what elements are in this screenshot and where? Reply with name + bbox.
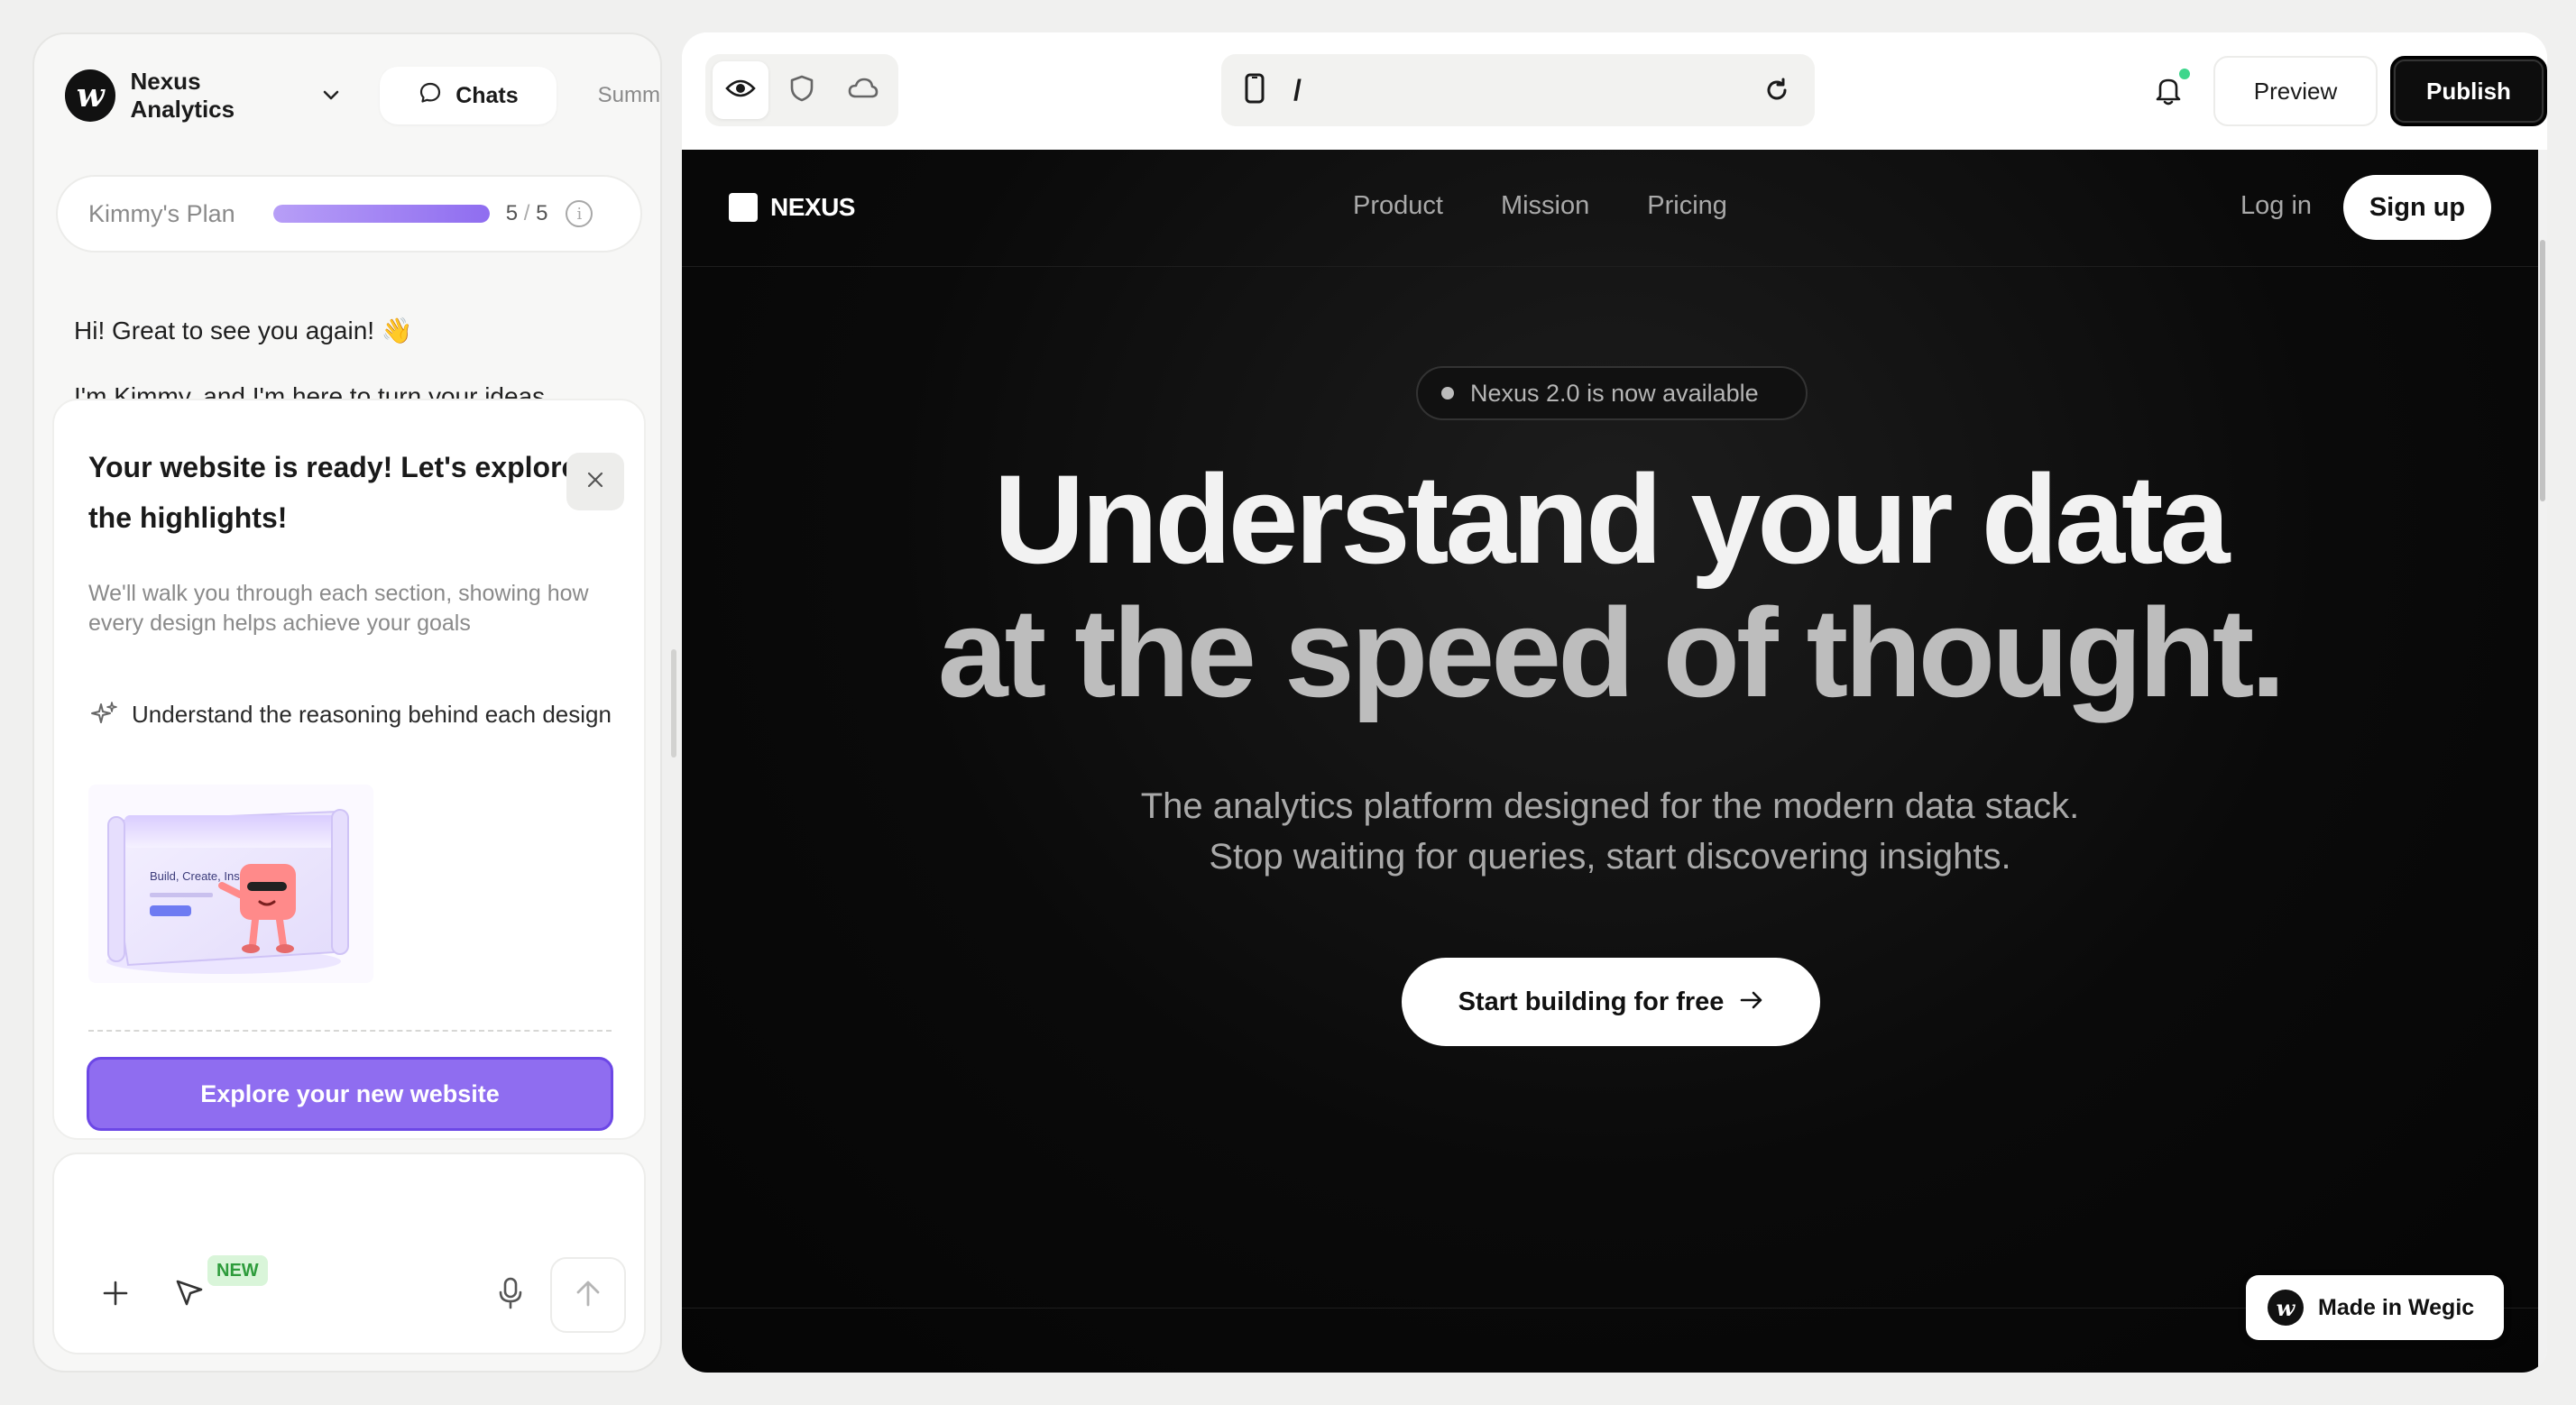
preview-toolbar: / Preview Publish [682, 32, 2547, 150]
info-icon[interactable]: i [566, 200, 593, 227]
explore-website-button[interactable]: Explore your new website [87, 1057, 613, 1131]
notification-dot [2177, 67, 2192, 81]
plan-count: 5 / 5 [506, 201, 548, 226]
preview-scrollbar[interactable] [2538, 150, 2547, 1373]
microphone-icon[interactable] [491, 1273, 530, 1313]
tour-divider [88, 1030, 612, 1032]
refresh-icon[interactable] [1761, 74, 1793, 106]
tab-summary[interactable]: Summ [598, 83, 660, 108]
tour-subtitle: We'll walk you through each section, sho… [88, 581, 589, 636]
plan-label: Kimmy's Plan [88, 199, 235, 227]
new-badge: NEW [207, 1255, 268, 1286]
announcement-pill[interactable]: Nexus 2.0 is now available [1416, 366, 1808, 420]
plan-total: 5 [536, 201, 548, 225]
tour-card: Your website is ready! Let's explore the… [52, 399, 646, 1140]
site-nav-product[interactable]: Product [1353, 191, 1443, 221]
eye-icon [725, 78, 756, 104]
arrow-right-icon [1740, 987, 1763, 1017]
made-in-label: Made in Wegic [2318, 1294, 2475, 1320]
tour-feature: Understand the reasoning behind each des… [88, 689, 621, 739]
panel-header: w Nexus Analytics Chats Summ [65, 65, 660, 126]
announcement-text: Nexus 2.0 is now available [1470, 379, 1759, 407]
site-nav-pricing[interactable]: Pricing [1647, 191, 1727, 221]
cta-label: Start building for free [1458, 987, 1725, 1016]
security-mode-button[interactable] [774, 61, 830, 119]
site-logo-mark [729, 193, 758, 222]
tour-title: Your website is ready! Let's explore the… [88, 451, 578, 534]
wegic-logo-icon: w [2268, 1290, 2304, 1326]
url-bar[interactable]: / [1221, 54, 1815, 126]
hero-subtitle: The analytics platform designed for the … [1140, 786, 2080, 877]
preview-button[interactable]: Preview [2213, 56, 2378, 126]
arrow-up-icon [574, 1278, 603, 1313]
hero-title-line2: at the speed of thought. [937, 582, 2286, 723]
plan-used: 5 [505, 201, 519, 225]
tab-chats[interactable]: Chats [380, 67, 557, 124]
view-mode-group [705, 54, 898, 126]
plan-separator: / [523, 201, 530, 225]
mobile-device-icon[interactable] [1243, 73, 1266, 108]
hero-title-line1: Understand your data [993, 448, 2231, 590]
preview-mode-button[interactable] [713, 61, 768, 119]
assistant-message: Hi! Great to see you again! 👋 [74, 317, 413, 344]
message-composer[interactable]: NEW [52, 1152, 646, 1354]
website-preview: NEXUS Product Mission Pricing Log in Sig… [682, 150, 2538, 1373]
scrollbar-thumb[interactable] [2540, 240, 2545, 501]
site-logo-text: NEXUS [770, 193, 855, 221]
cloud-icon [848, 78, 879, 104]
chat-panel: w Nexus Analytics Chats Summ Kimmy's Pla… [32, 32, 662, 1373]
preview-panel: / Preview Publish NEXUS Product Mission … [682, 32, 2547, 1373]
cursor-select-icon[interactable] [170, 1273, 209, 1313]
start-building-button[interactable]: Start building for free [1402, 958, 1820, 1046]
plan-progress-bar [272, 205, 490, 223]
site-navbar: NEXUS Product Mission Pricing Log in Sig… [682, 150, 2538, 267]
plan-progress-fill [272, 205, 490, 223]
chevron-down-icon[interactable] [322, 87, 340, 105]
project-name[interactable]: Nexus Analytics [130, 68, 306, 124]
site-logo[interactable]: NEXUS [729, 193, 855, 222]
shield-icon [789, 74, 814, 107]
site-login-link[interactable]: Log in [2240, 191, 2312, 221]
site-nav-links: Product Mission Pricing [1353, 191, 1727, 221]
panel-resize-handle[interactable] [671, 649, 676, 758]
close-icon [585, 470, 605, 494]
close-button[interactable] [566, 453, 624, 510]
site-nav-mission[interactable]: Mission [1501, 191, 1589, 221]
plan-usage-card: Kimmy's Plan 5 / 5 i [56, 175, 642, 253]
hero-title: Understand your data at the speed of tho… [682, 453, 2538, 720]
chat-bubble-icon [418, 80, 443, 112]
tour-feature-text: Understand the reasoning behind each des… [132, 701, 612, 728]
sparkles-icon [88, 699, 119, 730]
cloud-mode-button[interactable] [835, 61, 891, 119]
add-icon[interactable] [96, 1273, 135, 1313]
made-in-wegic-badge[interactable]: w Made in Wegic [2246, 1275, 2504, 1340]
tour-illustration: Build, Create, Inspire [88, 785, 373, 983]
publish-button[interactable]: Publish [2390, 56, 2547, 126]
site-signup-button[interactable]: Sign up [2343, 175, 2491, 240]
tab-chats-label: Chats [455, 82, 519, 108]
status-dot [1441, 387, 1454, 399]
send-button[interactable] [550, 1257, 626, 1333]
url-path[interactable]: / [1293, 74, 1302, 107]
app-logo[interactable]: w [65, 69, 116, 122]
